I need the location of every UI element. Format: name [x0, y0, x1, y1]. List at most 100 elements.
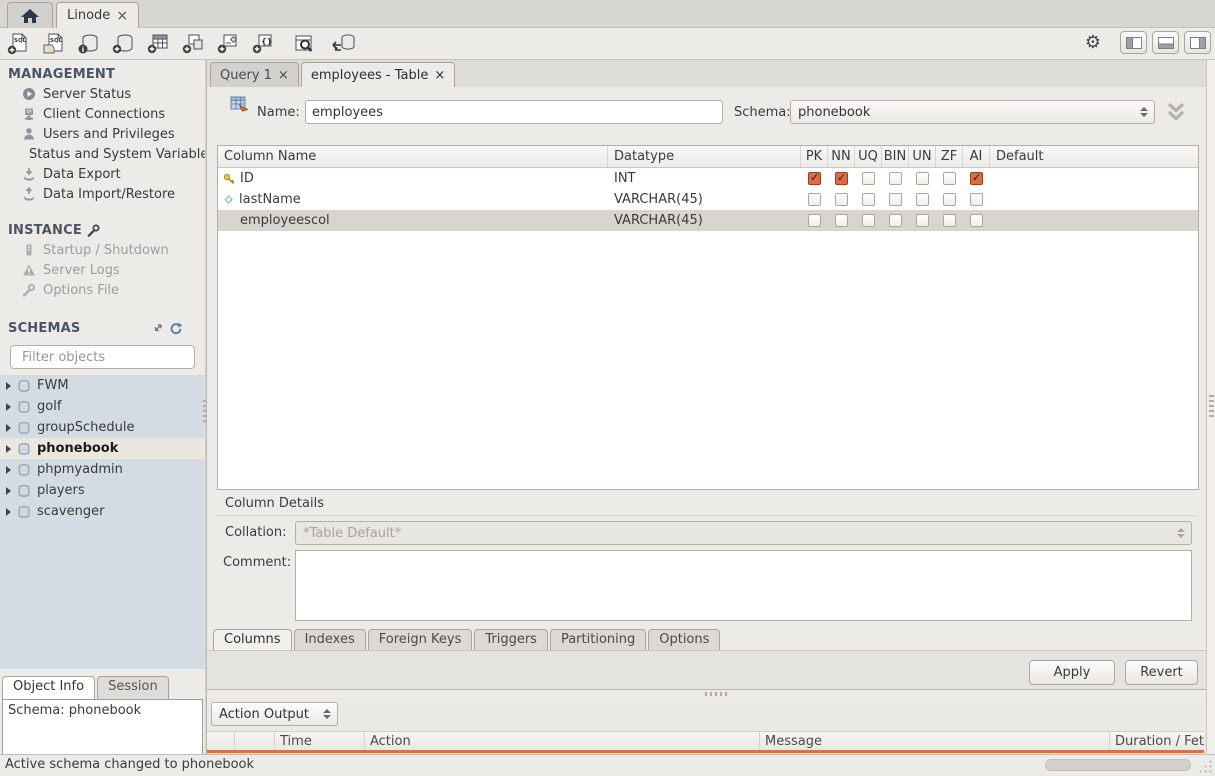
checkbox-un[interactable] [916, 193, 929, 206]
column-row-employeescol[interactable]: employeescol VARCHAR(45) [218, 210, 1198, 231]
output-splitter[interactable] [207, 690, 1206, 698]
tab-session[interactable]: Session [97, 676, 169, 699]
comment-textarea[interactable] [295, 550, 1192, 621]
sidebar-item-server-logs[interactable]: Server Logs [0, 260, 205, 280]
checkbox-uq[interactable] [862, 172, 875, 185]
expander-icon[interactable] [6, 466, 11, 474]
checkbox-zf[interactable] [943, 214, 956, 227]
schema-item-phonebook[interactable]: phonebook [0, 438, 205, 459]
new-sql-tab-icon[interactable]: SQL [6, 32, 32, 56]
home-tab[interactable] [7, 2, 53, 28]
resize-grip-icon[interactable] [1198, 759, 1212, 773]
open-sql-script-icon[interactable]: SQL [41, 32, 67, 56]
apply-button[interactable]: Apply [1029, 660, 1115, 685]
tab-triggers[interactable]: Triggers [474, 629, 548, 651]
splitter-grip[interactable] [1209, 395, 1214, 417]
close-icon[interactable]: × [116, 9, 128, 23]
tab-foreign-keys[interactable]: Foreign Keys [368, 629, 473, 651]
expander-icon[interactable] [6, 487, 11, 495]
preferences-gear-icon[interactable]: ⚙ [1085, 32, 1101, 53]
header-zf[interactable]: ZF [936, 146, 963, 167]
checkbox-bin[interactable] [889, 172, 902, 185]
checkbox-ai[interactable] [970, 172, 983, 185]
schema-filter-input[interactable] [22, 350, 192, 365]
revert-button[interactable]: Revert [1125, 660, 1198, 685]
checkbox-un[interactable] [916, 214, 929, 227]
header-bin[interactable]: BIN [882, 146, 909, 167]
output-selector[interactable]: Action Output [211, 702, 338, 726]
checkbox-un[interactable] [916, 172, 929, 185]
expand-schemas-icon[interactable] [151, 322, 164, 335]
sidebar-item-client-connections[interactable]: Client Connections [0, 104, 205, 124]
header-nn[interactable]: NN [828, 146, 855, 167]
collation-select[interactable]: *Table Default* [295, 521, 1192, 545]
create-function-icon[interactable]: {} [251, 32, 277, 56]
close-icon[interactable]: × [434, 68, 445, 83]
checkbox-uq[interactable] [862, 193, 875, 206]
column-row-ID[interactable]: ID INT [218, 168, 1198, 189]
column-row-lastName[interactable]: lastName VARCHAR(45) [218, 189, 1198, 210]
header-ai[interactable]: AI [963, 146, 990, 167]
schema-item-phpmyadmin[interactable]: phpmyadmin [0, 459, 205, 480]
checkbox-ai[interactable] [970, 214, 983, 227]
expand-form-chevron-icon[interactable] [1163, 101, 1189, 123]
checkbox-zf[interactable] [943, 172, 956, 185]
header-default[interactable]: Default [990, 146, 1198, 167]
output-col-time[interactable]: Time [275, 732, 365, 750]
schema-item-groupSchedule[interactable]: groupSchedule [0, 417, 205, 438]
header-datatype[interactable]: Datatype [608, 146, 801, 167]
scrollbar-thumb[interactable] [1045, 759, 1191, 771]
output-col-duration[interactable]: Duration / Fetch [1110, 732, 1204, 750]
output-col-message[interactable]: Message [760, 732, 1110, 750]
header-pk[interactable]: PK [801, 146, 828, 167]
tab-indexes[interactable]: Indexes [294, 629, 366, 651]
tab-object-info[interactable]: Object Info [2, 676, 95, 699]
checkbox-pk[interactable] [808, 214, 821, 227]
schema-item-golf[interactable]: golf [0, 396, 205, 417]
checkbox-nn[interactable] [835, 172, 848, 185]
expander-icon[interactable] [6, 424, 11, 432]
header-un[interactable]: UN [909, 146, 936, 167]
sidebar-item-status-variables[interactable]: Status and System Variables [0, 144, 205, 164]
create-table-icon[interactable] [146, 32, 172, 56]
sidebar-item-options-file[interactable]: Options File [0, 280, 205, 300]
header-column-name[interactable]: Column Name [218, 146, 608, 167]
schema-item-players[interactable]: players [0, 480, 205, 501]
checkbox-zf[interactable] [943, 193, 956, 206]
expander-icon[interactable] [6, 382, 11, 390]
sidebar-item-data-import[interactable]: Data Import/Restore [0, 184, 205, 204]
checkbox-bin[interactable] [889, 214, 902, 227]
checkbox-nn[interactable] [835, 193, 848, 206]
close-icon[interactable]: × [278, 68, 289, 83]
tab-partitioning[interactable]: Partitioning [550, 629, 646, 651]
output-col-action[interactable]: Action [365, 732, 760, 750]
create-schema-icon[interactable] [111, 32, 137, 56]
tab-options[interactable]: Options [648, 629, 720, 651]
inspector-icon[interactable]: i [76, 32, 102, 56]
create-procedure-icon[interactable] [216, 32, 242, 56]
tab-employees-table[interactable]: employees - Table × [301, 62, 455, 87]
checkbox-uq[interactable] [862, 214, 875, 227]
header-uq[interactable]: UQ [855, 146, 882, 167]
toggle-right-sidebar-button[interactable] [1184, 31, 1211, 54]
right-panel-splitter[interactable] [1206, 60, 1215, 754]
tab-query-1[interactable]: Query 1 × [210, 62, 299, 87]
search-data-icon[interactable] [291, 32, 317, 56]
schema-item-FWM[interactable]: FWM [0, 375, 205, 396]
checkbox-nn[interactable] [835, 214, 848, 227]
splitter-grip[interactable] [705, 692, 727, 696]
checkbox-bin[interactable] [889, 193, 902, 206]
schema-item-scavenger[interactable]: scavenger [0, 501, 205, 522]
sidebar-item-startup-shutdown[interactable]: Startup / Shutdown [0, 240, 205, 260]
sidebar-item-users-privileges[interactable]: Users and Privileges [0, 124, 205, 144]
checkbox-pk[interactable] [808, 172, 821, 185]
expander-icon[interactable] [6, 445, 11, 453]
expander-icon[interactable] [6, 403, 11, 411]
refresh-schemas-icon[interactable] [169, 322, 183, 335]
sidebar-item-data-export[interactable]: Data Export [0, 164, 205, 184]
create-view-icon[interactable] [181, 32, 207, 56]
toggle-bottom-panel-button[interactable] [1152, 31, 1179, 54]
checkbox-pk[interactable] [808, 193, 821, 206]
reconnect-icon[interactable] [331, 32, 357, 56]
schema-select[interactable]: phonebook [790, 100, 1155, 124]
